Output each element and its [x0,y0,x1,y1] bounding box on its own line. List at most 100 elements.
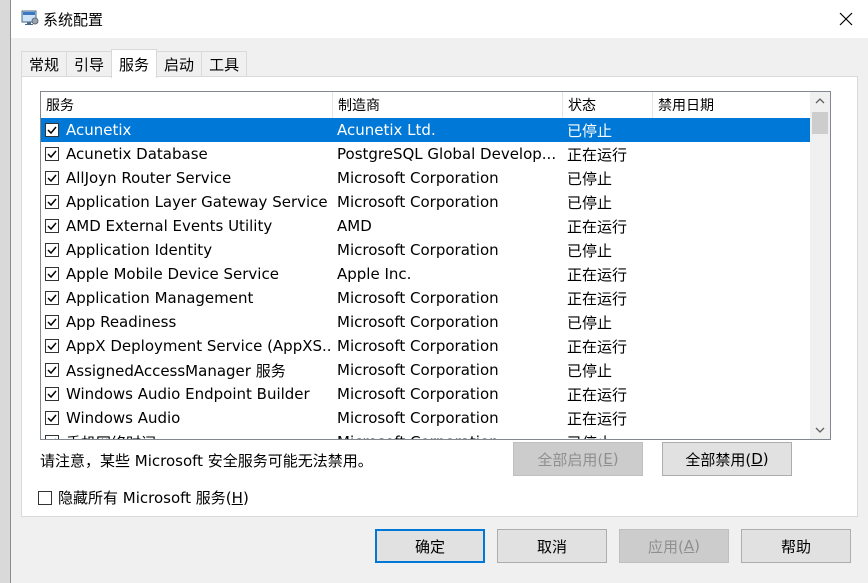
list-header: 服务 制造商 状态 禁用日期 [41,92,811,118]
service-row[interactable]: Windows Audio Endpoint Builder Microsoft … [41,382,811,406]
service-manufacturer: Microsoft Corporation [333,433,563,439]
msconfig-icon [21,10,39,26]
service-status: 正在运行 [567,337,628,356]
chevron-up-icon [815,98,825,104]
ok-button[interactable]: 确定 [375,529,485,563]
tab-startup[interactable]: 启动 [156,51,203,77]
checkmark-icon [47,390,57,399]
hide-ms-checkbox-box[interactable] [38,490,52,505]
disable-all-button[interactable]: 全部禁用(D) [662,442,792,476]
services-panel: 服务 制造商 状态 禁用日期 Acunetix Acunetix Ltd. 已停止 A… [21,76,858,517]
checkmark-icon [47,198,57,207]
service-name: 手机网络时间 [66,432,156,440]
service-manufacturer: Microsoft Corporation [337,385,499,403]
service-row[interactable]: AllJoyn Router Service Microsoft Corporat… [41,166,811,190]
service-status: 正在运行 [567,145,628,164]
service-manufacturer: PostgreSQL Global Develop... [337,145,557,163]
service-row[interactable]: Apple Mobile Device Service Apple Inc. 正在运… [41,262,811,286]
service-checkbox[interactable] [45,243,59,257]
service-name: Acunetix Database [66,145,208,163]
service-row[interactable]: 手机网络时间 Microsoft Corporation已停止 [41,430,811,440]
service-name-cell: Windows Audio Endpoint Builder [41,385,333,403]
scroll-thumb[interactable] [812,112,828,134]
service-status: 正在运行 [567,217,628,236]
scroll-down-button[interactable] [810,421,830,439]
service-name: AMD External Events Utility [66,217,273,235]
title-bar: 系统配置 [11,0,868,38]
service-checkbox[interactable] [45,147,59,161]
column-header-disabled-date[interactable]: 禁用日期 [653,92,811,118]
service-row[interactable]: AMD External Events Utility AMD 正在运行 [41,214,811,238]
checkmark-icon [47,414,57,423]
service-checkbox[interactable] [45,411,59,425]
service-checkbox[interactable] [45,195,59,209]
service-name-cell: App Readiness [41,313,333,331]
service-status: 已停止 [567,169,613,188]
tab-services[interactable]: 服务 [111,49,158,78]
service-name-cell: 手机网络时间 [41,432,333,440]
service-status: 已停止 [563,432,653,440]
service-row[interactable]: Application Layer Gateway Service Microso… [41,190,811,214]
service-checkbox[interactable] [45,315,59,329]
services-list[interactable]: 服务 制造商 状态 禁用日期 Acunetix Acunetix Ltd. 已停止 A… [40,91,831,440]
service-row[interactable]: Acunetix Acunetix Ltd. 已停止 [41,118,811,142]
service-checkbox[interactable] [45,387,59,401]
service-row[interactable]: Application Identity Microsoft Corporatio… [41,238,811,262]
service-checkbox[interactable] [45,219,59,233]
checkmark-icon [47,174,57,183]
tab-general[interactable]: 常规 [21,51,68,77]
service-row[interactable]: App Readiness Microsoft Corporation 已停止 [41,310,811,334]
scroll-up-button[interactable] [810,92,830,110]
service-name: Apple Mobile Device Service [66,265,279,283]
service-checkbox[interactable] [45,291,59,305]
disable-all-hotkey: D [751,450,763,468]
service-name-cell: AssignedAccessManager 服务 [41,360,333,381]
service-name-cell: Windows Audio [41,409,333,427]
enable-all-label-end: ) [612,450,619,468]
tab-tools[interactable]: 工具 [201,51,248,77]
disable-all-label-end: ) [762,450,769,468]
service-row[interactable]: Windows Audio Microsoft Corporation 正在运行 [41,406,811,430]
apply-button[interactable]: 应用(A) [619,529,729,563]
service-name: Application Layer Gateway Service [66,193,328,211]
service-checkbox[interactable] [45,435,59,439]
enable-all-button[interactable]: 全部启用(E) [513,442,643,476]
service-checkbox[interactable] [45,267,59,281]
service-name: AssignedAccessManager 服务 [66,361,286,380]
hide-ms-label-end: ) [242,488,249,507]
service-name: Windows Audio Endpoint Builder [66,385,310,403]
service-row[interactable]: Application Management Microsoft Corporat… [41,286,811,310]
service-name: Windows Audio [66,409,181,427]
column-header-status[interactable]: 状态 [563,92,653,118]
service-row[interactable]: Acunetix Database PostgreSQL Global Devel… [41,142,811,166]
hide-microsoft-services-checkbox[interactable]: 隐藏所有 Microsoft 服务(H) [38,487,249,508]
column-header-service[interactable]: 服务 [41,92,333,118]
disable-all-label: 全部禁用( [685,450,752,469]
help-button[interactable]: 帮助 [741,529,851,563]
column-header-manufacturer[interactable]: 制造商 [333,92,563,118]
service-row[interactable]: AssignedAccessManager 服务 Microsoft Corpor… [41,358,811,382]
service-manufacturer: Acunetix Ltd. [337,121,436,139]
service-manufacturer: Microsoft Corporation [337,289,499,307]
service-name: Application Identity [66,241,213,259]
service-manufacturer: Apple Inc. [337,265,412,283]
service-checkbox[interactable] [45,339,59,353]
service-name-cell: Apple Mobile Device Service [41,265,333,283]
service-name: App Readiness [66,313,177,331]
vertical-scrollbar[interactable] [810,92,830,439]
checkmark-icon [47,342,57,351]
service-name: AllJoyn Router Service [66,169,232,187]
apply-label: 应用( [648,537,684,556]
service-row[interactable]: AppX Deployment Service (AppXS... Microso… [41,334,811,358]
service-checkbox[interactable] [45,363,59,377]
tab-boot[interactable]: 引导 [66,51,113,77]
chevron-down-icon [815,427,825,433]
cancel-button[interactable]: 取消 [497,529,607,563]
service-manufacturer: AMD [337,217,372,235]
apply-label-end: ) [694,537,700,555]
service-checkbox[interactable] [45,123,59,137]
service-checkbox[interactable] [45,171,59,185]
close-button[interactable] [823,0,868,38]
service-status: 已停止 [567,313,613,332]
service-name-cell: Application Management [41,289,333,307]
